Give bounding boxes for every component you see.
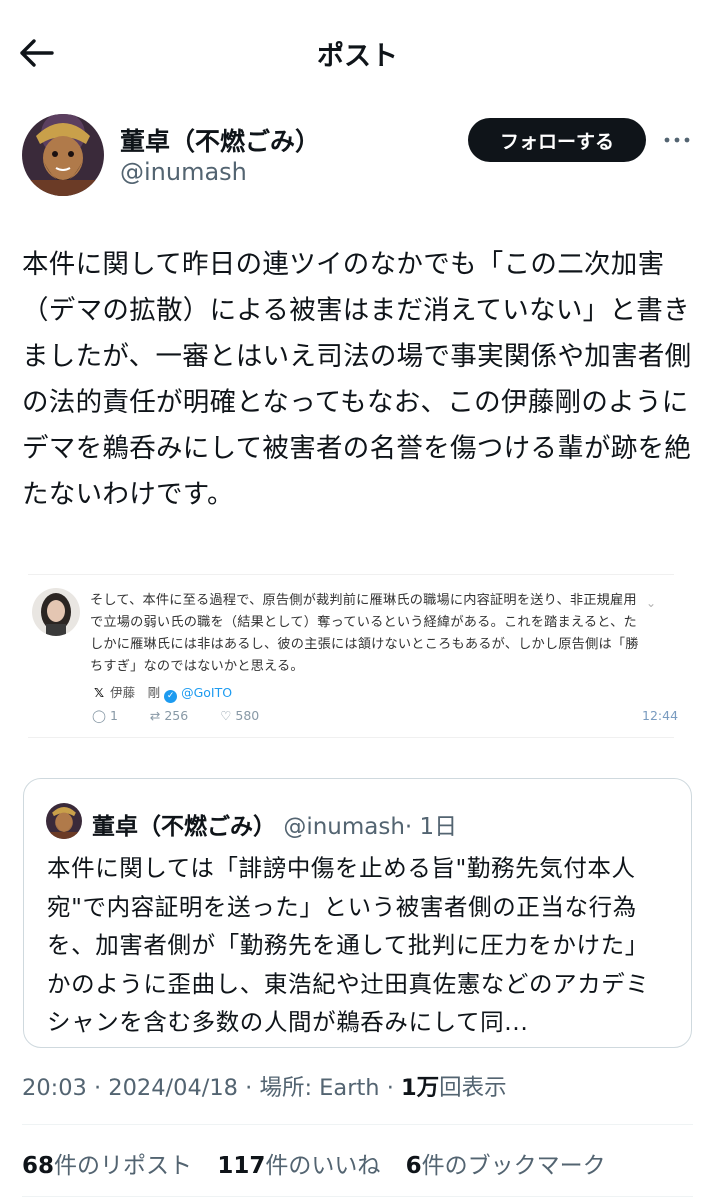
divider [22,1196,693,1197]
views-count: 1万 [401,1075,440,1101]
embedded-time: 12:44 [642,708,679,723]
embedded-stats: ◯ 1 ⇄ 256 ♡ 580 [92,708,287,723]
post-stats: 68件のリポスト 117件のいいね 6件のブックマーク [22,1146,624,1180]
embedded-replies: ◯ 1 [92,708,118,723]
quoted-post-age: · 1日 [404,814,458,840]
quoted-header: 董卓（不燃ごみ） @inumash· 1日 [92,807,457,841]
verified-badge-icon: ✓ [164,690,178,703]
author-avatar[interactable] [22,114,104,196]
embedded-source-handle: @GoITO [181,685,233,700]
likes-stat[interactable]: 117件のいいね [217,1153,380,1179]
warlord-avatar-image [22,114,104,196]
top-bar: ポスト [0,0,715,106]
embedded-source: 𝕏 伊藤 剛 ✓ @GoITO [94,682,232,703]
post-author: 董卓（不燃ごみ） @inumash フォローする [22,114,702,204]
author-display-name[interactable]: 董卓（不燃ごみ） [120,122,320,158]
post-image[interactable]: そして、本件に至る過程で、原告側が裁判前に雁琳氏の職場に内容証明を送り、非正規雇… [28,574,679,738]
quoted-post-text: 本件に関しては「誹謗中傷を止める旨"勤務先気付本人宛"で内容証明を送った」という… [47,854,650,1036]
embedded-source-name: 伊藤 剛 [110,685,161,700]
more-options-button[interactable] [662,130,692,150]
post-text: 本件に関して昨日の連ツイのなかでも「この二次加害（デマの拡散）による被害はまだ消… [22,249,692,510]
follow-button[interactable]: フォローする [468,118,646,162]
quoted-author-name: 董卓（不燃ごみ） [92,814,276,840]
page-title: ポスト [317,41,398,72]
quoted-post[interactable]: 董卓（不燃ごみ） @inumash· 1日 本件に関しては「誹謗中傷を止める旨"… [23,778,692,1048]
post-meta: 20:03 · 2024/04/18 · 場所: Earth · 1万回表示 [22,1075,507,1101]
post-location: 場所: Earth [259,1075,380,1101]
reposts-stat[interactable]: 68件のリポスト [22,1153,192,1179]
embedded-post-text: そして、本件に至る過程で、原告側が裁判前に雁琳氏の職場に内容証明を送り、非正規雇… [90,593,639,674]
author-handle[interactable]: @inumash [120,158,247,186]
post-timestamp[interactable]: 20:03 · 2024/04/18 [22,1075,238,1101]
more-horizontal-icon [664,137,690,143]
divider [22,1124,693,1125]
quoted-author-avatar [46,803,82,839]
embedded-reposts: ⇄ 256 [149,708,189,723]
views-label: 回表示 [439,1075,507,1101]
bookmarks-stat[interactable]: 6件のブックマーク [406,1153,606,1179]
chevron-down-icon: ⌄ [646,596,657,610]
embedded-likes: ♡ 580 [220,708,260,723]
embedded-avatar [32,588,80,636]
x-logo-icon: 𝕏 [94,685,105,700]
quoted-author-handle: @inumash [283,814,405,840]
